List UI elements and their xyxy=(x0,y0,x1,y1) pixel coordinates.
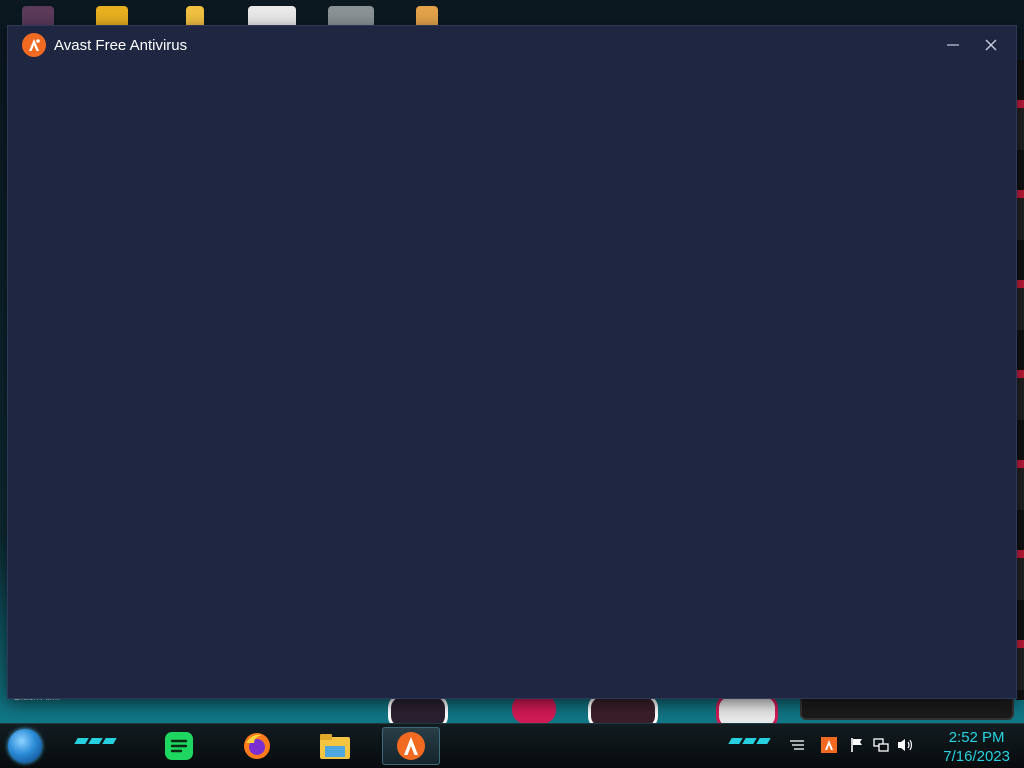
start-orb-icon[interactable] xyxy=(8,729,42,763)
close-button[interactable] xyxy=(972,26,1010,64)
system-tray: 2:52 PM 7/16/2023 xyxy=(784,724,1024,768)
window-title: Avast Free Antivirus xyxy=(54,36,188,54)
desktop-wallpaper-edge xyxy=(1016,60,1024,700)
close-icon xyxy=(985,39,997,51)
avast-window: Avast Free Antivirus xyxy=(8,26,1016,698)
firefox-icon xyxy=(244,733,270,759)
network-icon[interactable] xyxy=(872,736,890,754)
system-clock[interactable]: 2:52 PM 7/16/2023 xyxy=(943,728,1010,766)
avast-icon xyxy=(397,732,425,760)
clock-time: 2:52 PM xyxy=(948,729,1005,746)
minimize-icon xyxy=(947,44,959,46)
avast-icon xyxy=(22,33,46,57)
flag-icon[interactable] xyxy=(848,736,866,754)
spotify-icon xyxy=(165,732,193,760)
window-content xyxy=(8,64,1016,698)
clock-date: 7/16/2023 xyxy=(943,748,1010,765)
minimize-button[interactable] xyxy=(934,26,972,64)
taskbar-decoration xyxy=(728,738,771,744)
taskbar-menu-icon[interactable] xyxy=(788,736,806,754)
avast-tray-icon[interactable] xyxy=(820,736,838,754)
taskbar-app-spotify[interactable] xyxy=(150,727,208,765)
volume-icon[interactable] xyxy=(896,736,914,754)
taskbar-app-firefox[interactable] xyxy=(228,727,286,765)
taskbar-decoration xyxy=(74,738,117,744)
window-titlebar[interactable]: Avast Free Antivirus xyxy=(8,26,1016,64)
taskbar-app-file-explorer[interactable] xyxy=(306,727,364,765)
wallpaper-sticker xyxy=(512,694,556,724)
taskbar: 2:52 PM 7/16/2023 xyxy=(0,723,1024,768)
taskbar-app-avast[interactable] xyxy=(382,727,440,765)
window-controls xyxy=(934,26,1010,64)
folder-icon xyxy=(320,734,350,759)
